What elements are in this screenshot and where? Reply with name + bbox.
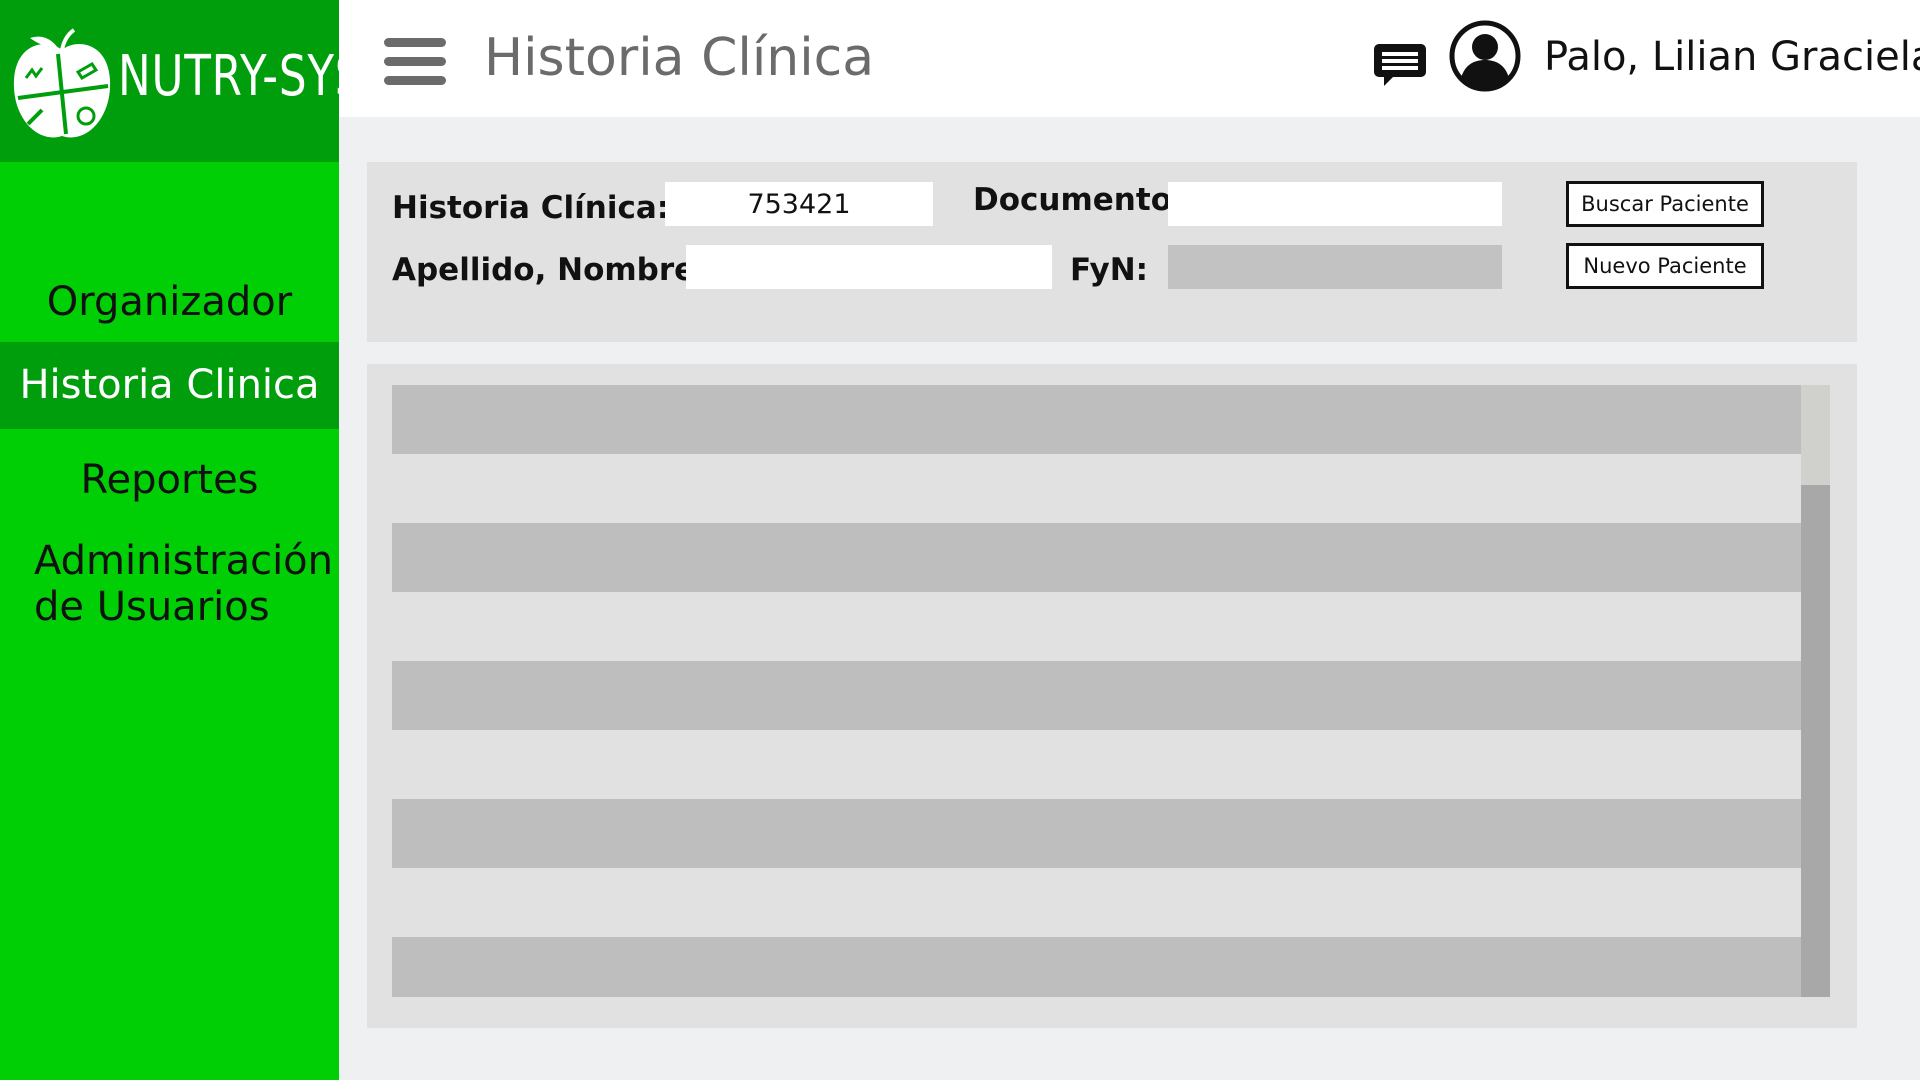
apellido-nombre-input[interactable]	[686, 245, 1052, 289]
page-title: Historia Clínica	[484, 28, 875, 88]
brand-name: NUTRY-SYS	[118, 44, 364, 109]
nuevo-paciente-button[interactable]: Nuevo Paciente	[1566, 243, 1764, 289]
buscar-paciente-button[interactable]: Buscar Paciente	[1566, 181, 1764, 227]
top-header: Historia Clínica Palo, Lilian Graciela	[339, 0, 1920, 117]
sidebar-item-reportes[interactable]: Reportes	[0, 450, 339, 510]
apellido-nombre-label: Apellido, Nombre:	[392, 252, 708, 288]
sidebar-item-organizador[interactable]: Organizador	[0, 272, 339, 332]
documento-label: Documento:	[973, 182, 1185, 218]
fyn-input	[1168, 245, 1502, 289]
hamburger-icon[interactable]	[384, 38, 446, 86]
user-name[interactable]: Palo, Lilian Graciela	[1544, 34, 1920, 80]
results-list	[392, 385, 1801, 997]
scrollbar-thumb[interactable]	[1801, 385, 1830, 485]
brand-header: NUTRY-SYS	[0, 0, 363, 162]
chat-icon[interactable]	[1373, 40, 1427, 88]
sidebar: NUTRY-SYS Organizador Historia Clinica R…	[0, 0, 363, 1080]
list-item[interactable]	[392, 799, 1801, 868]
sidebar-item-administracion-usuarios[interactable]: Administración de Usuarios	[34, 538, 334, 630]
results-panel	[367, 364, 1857, 1028]
fyn-label: FyN:	[1070, 252, 1149, 288]
list-item[interactable]	[392, 661, 1801, 730]
sidebar-item-historia-clinica[interactable]: Historia Clinica	[0, 342, 339, 429]
historia-clinica-label: Historia Clínica:	[392, 190, 670, 226]
list-item[interactable]	[392, 385, 1801, 454]
apple-logo-icon	[13, 28, 111, 138]
results-scrollbar[interactable]	[1801, 385, 1830, 997]
user-avatar-icon[interactable]	[1449, 20, 1521, 92]
documento-input[interactable]	[1168, 182, 1502, 226]
list-item[interactable]	[392, 937, 1801, 997]
historia-clinica-input[interactable]	[665, 182, 933, 226]
list-item[interactable]	[392, 523, 1801, 592]
search-panel: Historia Clínica: Documento: Apellido, N…	[367, 162, 1857, 342]
